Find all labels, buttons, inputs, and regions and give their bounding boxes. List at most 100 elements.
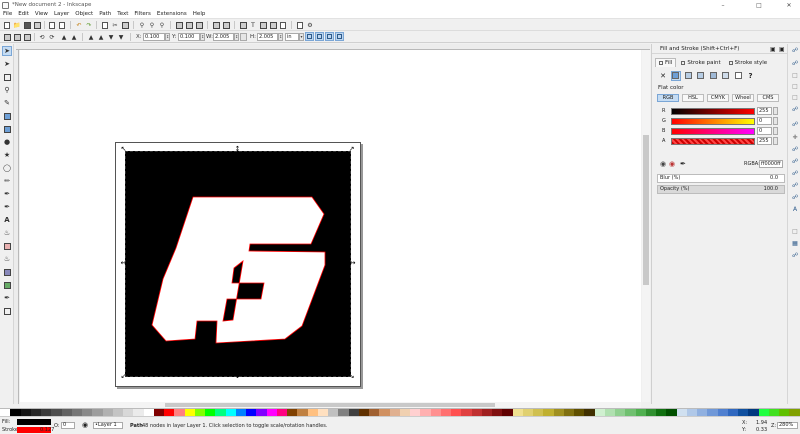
green-channel-slider[interactable] — [671, 118, 755, 125]
raise-to-top-icon[interactable]: ▲ — [87, 33, 95, 41]
copy-icon[interactable] — [101, 21, 109, 29]
palette-swatch[interactable] — [410, 409, 421, 416]
clone-icon[interactable] — [185, 21, 193, 29]
zoom-drawing-icon[interactable]: ⚲ — [148, 21, 156, 29]
snap-guides-icon[interactable]: ☍ — [791, 252, 799, 259]
scale-handle-top-right[interactable]: ↗ — [348, 146, 355, 153]
green-channel-input[interactable]: 0 — [757, 117, 772, 125]
no-paint-icon[interactable]: ✕ — [658, 71, 668, 81]
palette-swatch[interactable] — [440, 409, 451, 416]
measure-tool-icon[interactable]: ✎ — [2, 98, 12, 108]
menu-help[interactable]: Help — [190, 11, 209, 17]
select-all-icon[interactable] — [3, 33, 11, 41]
radial-gradient-icon[interactable] — [696, 71, 706, 81]
palette-swatch[interactable] — [461, 409, 472, 416]
alpha-channel-spinner[interactable] — [773, 137, 778, 145]
w-spinner[interactable]: ↕ — [234, 33, 239, 41]
stroke-width-value[interactable]: 0.127 — [40, 427, 54, 433]
palette-swatch[interactable] — [256, 409, 267, 416]
menu-path[interactable]: Path — [96, 11, 114, 17]
color-palette[interactable] — [0, 408, 800, 416]
palette-swatch[interactable] — [758, 409, 769, 416]
palette-swatch[interactable] — [215, 409, 226, 416]
lock-ratio-icon[interactable] — [240, 33, 247, 41]
red-channel-spinner[interactable] — [773, 107, 778, 115]
blue-channel-slider[interactable] — [671, 128, 755, 135]
spiral-tool-icon[interactable]: ◯ — [2, 163, 12, 173]
drawing-canvas[interactable]: ↖ ↕ ↗ ↔ ↔ ↙ ↕ ↘ — [20, 50, 641, 402]
palette-swatch[interactable] — [123, 409, 134, 416]
cut-icon[interactable]: ✂ — [111, 21, 119, 29]
rgba-input[interactable]: ff0000ff — [759, 160, 783, 168]
palette-swatch[interactable] — [153, 409, 164, 416]
new-document-icon[interactable] — [3, 21, 11, 29]
vertical-scroll-thumb[interactable] — [643, 135, 649, 285]
text-font-icon[interactable]: T — [249, 21, 257, 29]
menu-layer[interactable]: Layer — [51, 11, 72, 17]
dropper-tool-icon[interactable]: ✒ — [2, 293, 12, 303]
print-icon[interactable] — [33, 21, 41, 29]
scale-handle-left[interactable]: ↔ — [120, 260, 127, 267]
snap-page-border-icon[interactable]: □ — [791, 228, 799, 235]
ungroup-icon[interactable] — [222, 21, 230, 29]
menu-view[interactable]: View — [32, 11, 51, 17]
mode-cmyk[interactable]: CMYK — [707, 94, 729, 102]
tab-stroke-style[interactable]: Stroke style — [726, 58, 770, 67]
palette-swatch[interactable] — [451, 409, 462, 416]
menu-edit[interactable]: Edit — [15, 11, 32, 17]
menu-extensions[interactable]: Extensions — [154, 11, 190, 17]
gradient-tool-icon[interactable] — [2, 267, 12, 277]
snap-bbox-corners-icon[interactable]: □ — [791, 83, 799, 90]
h-input[interactable]: 2.005 — [257, 33, 278, 41]
palette-swatch[interactable] — [779, 409, 790, 416]
palette-swatch[interactable] — [553, 409, 564, 416]
layers-icon[interactable] — [259, 21, 267, 29]
spray-tool-icon[interactable]: ♨ — [2, 228, 12, 238]
mode-rgb[interactable]: RGB — [657, 94, 679, 102]
palette-swatch[interactable] — [71, 409, 82, 416]
fill-indicator-swatch[interactable] — [17, 419, 51, 425]
w-input[interactable]: 2.005 — [213, 33, 234, 41]
snap-nodes-icon[interactable]: ☍ — [791, 106, 799, 113]
connector-tool-icon[interactable] — [2, 306, 12, 316]
palette-swatch[interactable] — [676, 409, 687, 416]
snap-centers-icon[interactable]: ☍ — [791, 182, 799, 189]
palette-swatch[interactable] — [184, 409, 195, 416]
layer-visibility-icon[interactable]: ◉ — [82, 422, 88, 429]
calligraphy-tool-icon[interactable]: ✒ — [2, 202, 12, 212]
open-file-icon[interactable]: 📁 — [13, 21, 21, 29]
align-distribute-icon[interactable] — [269, 21, 277, 29]
close-button[interactable]: ✕ — [778, 0, 800, 10]
zoom-selection-icon[interactable]: ⚲ — [138, 21, 146, 29]
snap-intersections-icon[interactable]: ✚ — [791, 134, 799, 141]
snap-grids-icon[interactable]: ▦ — [791, 240, 799, 247]
unit-select[interactable]: in — [285, 33, 299, 41]
palette-swatch[interactable] — [51, 409, 62, 416]
palette-swatch[interactable] — [287, 409, 298, 416]
selected-path-artwork[interactable] — [125, 151, 351, 377]
panel-close-icon[interactable]: ▣ — [779, 46, 785, 53]
snap-cusp-nodes-icon[interactable]: ☍ — [791, 146, 799, 153]
undo-icon[interactable]: ↶ — [75, 21, 83, 29]
move-patterns-toggle[interactable] — [335, 32, 344, 41]
palette-swatch[interactable] — [789, 409, 800, 416]
snap-bbox-edges-icon[interactable]: □ — [791, 72, 799, 79]
menu-file[interactable]: File — [0, 11, 15, 17]
h-spinner[interactable]: ↕ — [278, 33, 283, 41]
unset-paint-icon[interactable]: ? — [746, 71, 756, 81]
palette-swatch[interactable] — [102, 409, 113, 416]
3d-box-tool-icon[interactable] — [2, 124, 12, 134]
snap-smooth-nodes-icon[interactable]: ☍ — [791, 158, 799, 165]
snap-rotation-center-icon[interactable]: ☍ — [791, 194, 799, 201]
save-icon[interactable] — [23, 21, 31, 29]
rotate-ccw-icon[interactable]: ⟲ — [38, 33, 46, 41]
mode-hsl[interactable]: HSL — [682, 94, 704, 102]
menu-filters[interactable]: Filters — [131, 11, 154, 17]
blue-channel-spinner[interactable] — [773, 127, 778, 135]
mode-cms[interactable]: CMS — [757, 94, 779, 102]
alpha-channel-slider[interactable] — [671, 138, 755, 145]
move-gradients-toggle[interactable] — [325, 32, 334, 41]
palette-swatch[interactable] — [584, 409, 595, 416]
palette-swatch[interactable] — [738, 409, 749, 416]
snap-enable-icon[interactable]: ☍ — [791, 47, 799, 54]
